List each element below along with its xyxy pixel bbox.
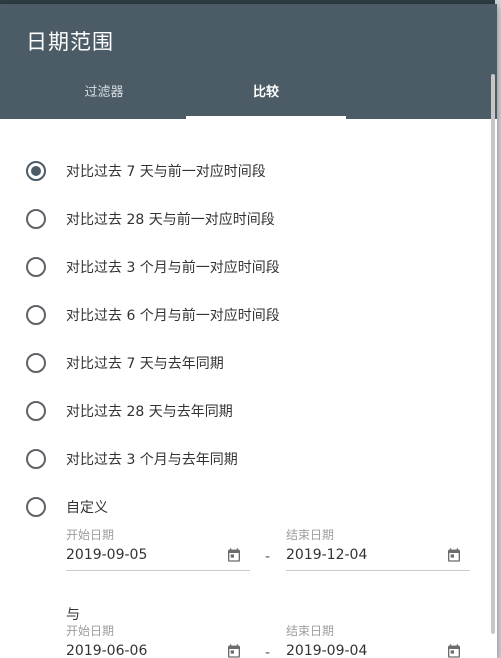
radio-button[interactable] (26, 497, 46, 517)
option-last-7-days-previous-period[interactable]: 对比过去 7 天与前一对应时间段 (26, 158, 266, 184)
date-range-dialog: 日期范围 过滤器 比较 对比过去 7 天与前一对应时间段 对比过去 28 天与前… (0, 4, 497, 658)
dialog-scrollbar[interactable] (491, 74, 495, 634)
option-label: 对比过去 3 个月与前一对应时间段 (66, 260, 280, 276)
option-last-28-days-last-year[interactable]: 对比过去 28 天与去年同期 (26, 398, 233, 424)
range1-separator: - (265, 549, 271, 565)
option-last-3-months-previous-period[interactable]: 对比过去 3 个月与前一对应时间段 (26, 254, 280, 280)
start-date-value[interactable]: 2019-09-05 (66, 547, 147, 563)
calendar-icon[interactable] (446, 547, 462, 563)
active-tab-indicator (186, 116, 346, 119)
option-label: 对比过去 28 天与去年同期 (66, 404, 233, 420)
end-date-value[interactable]: 2019-09-04 (286, 643, 367, 658)
calendar-icon[interactable] (226, 643, 242, 658)
radio-button[interactable] (26, 161, 46, 181)
range2-separator: - (265, 645, 271, 658)
dialog-header: 日期范围 过滤器 比较 (0, 4, 497, 119)
range1-start-date-field[interactable]: 开始日期 2019-09-05 (66, 526, 250, 572)
field-underline (286, 570, 470, 571)
option-last-28-days-previous-period[interactable]: 对比过去 28 天与前一对应时间段 (26, 206, 275, 232)
radio-button[interactable] (26, 305, 46, 325)
option-label: 对比过去 6 个月与前一对应时间段 (66, 308, 280, 324)
option-label: 对比过去 3 个月与去年同期 (66, 452, 238, 468)
calendar-icon[interactable] (226, 547, 242, 563)
option-label: 对比过去 7 天与前一对应时间段 (66, 164, 266, 180)
range2-end-date-field[interactable]: 结束日期 2019-09-04 (286, 622, 470, 658)
field-label: 开始日期 (66, 624, 115, 638)
field-underline (66, 570, 250, 571)
radio-button[interactable] (26, 401, 46, 421)
range1-end-date-field[interactable]: 结束日期 2019-12-04 (286, 526, 470, 572)
option-last-3-months-last-year[interactable]: 对比过去 3 个月与去年同期 (26, 446, 238, 472)
field-label: 结束日期 (286, 624, 335, 638)
field-label: 开始日期 (66, 528, 115, 542)
and-label: 与 (66, 607, 80, 623)
start-date-value[interactable]: 2019-06-06 (66, 643, 147, 658)
field-label: 结束日期 (286, 528, 335, 542)
radio-button[interactable] (26, 353, 46, 373)
range2-start-date-field[interactable]: 开始日期 2019-06-06 (66, 622, 250, 658)
option-last-7-days-last-year[interactable]: 对比过去 7 天与去年同期 (26, 350, 224, 376)
option-label: 对比过去 28 天与前一对应时间段 (66, 212, 275, 228)
radio-button[interactable] (26, 449, 46, 469)
option-label: 对比过去 7 天与去年同期 (66, 356, 224, 372)
calendar-icon[interactable] (446, 643, 462, 658)
radio-button[interactable] (26, 209, 46, 229)
option-custom[interactable]: 自定义 (26, 494, 108, 520)
tab-filters[interactable]: 过滤器 (24, 71, 184, 119)
tab-compare[interactable]: 比较 (186, 71, 346, 119)
tab-bar: 过滤器 比较 (0, 71, 497, 119)
option-label: 自定义 (66, 500, 108, 516)
option-last-6-months-previous-period[interactable]: 对比过去 6 个月与前一对应时间段 (26, 302, 280, 328)
dialog-title: 日期范围 (26, 30, 114, 54)
end-date-value[interactable]: 2019-12-04 (286, 547, 367, 563)
radio-button[interactable] (26, 257, 46, 277)
